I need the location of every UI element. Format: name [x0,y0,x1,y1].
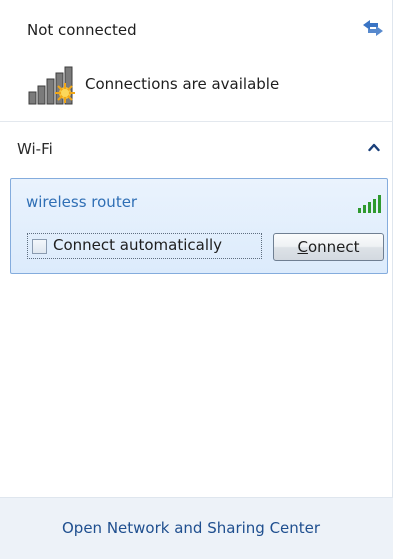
network-list-item-selected[interactable]: wireless router Connect automatically Co… [10,178,388,274]
refresh-icon[interactable] [360,17,386,39]
connect-automatically-option[interactable]: Connect automatically [27,233,262,259]
connect-button[interactable]: Connect [273,233,384,261]
connections-available-text: Connections are available [85,75,280,93]
wifi-section-header[interactable]: Wi-Fi [0,122,393,172]
connect-button-label-rest: onnect [307,238,360,256]
connect-automatically-label: Connect automatically [53,236,223,254]
network-connections-icon [28,66,75,105]
footer-bar: Open Network and Sharing Center [0,497,393,559]
connect-automatically-checkbox[interactable] [32,239,47,254]
chevron-up-icon[interactable] [368,142,380,152]
network-name: wireless router [26,193,138,211]
connection-status-title: Not connected [27,21,137,39]
signal-strength-icon [358,195,381,213]
connection-status-header: Not connected Connections are available [0,0,393,121]
connect-button-mnemonic: C [297,238,308,256]
open-network-sharing-center-link[interactable]: Open Network and Sharing Center [62,519,320,537]
network-flyout-panel: Not connected Connections are available … [0,0,393,559]
wifi-section-label: Wi-Fi [17,140,53,158]
